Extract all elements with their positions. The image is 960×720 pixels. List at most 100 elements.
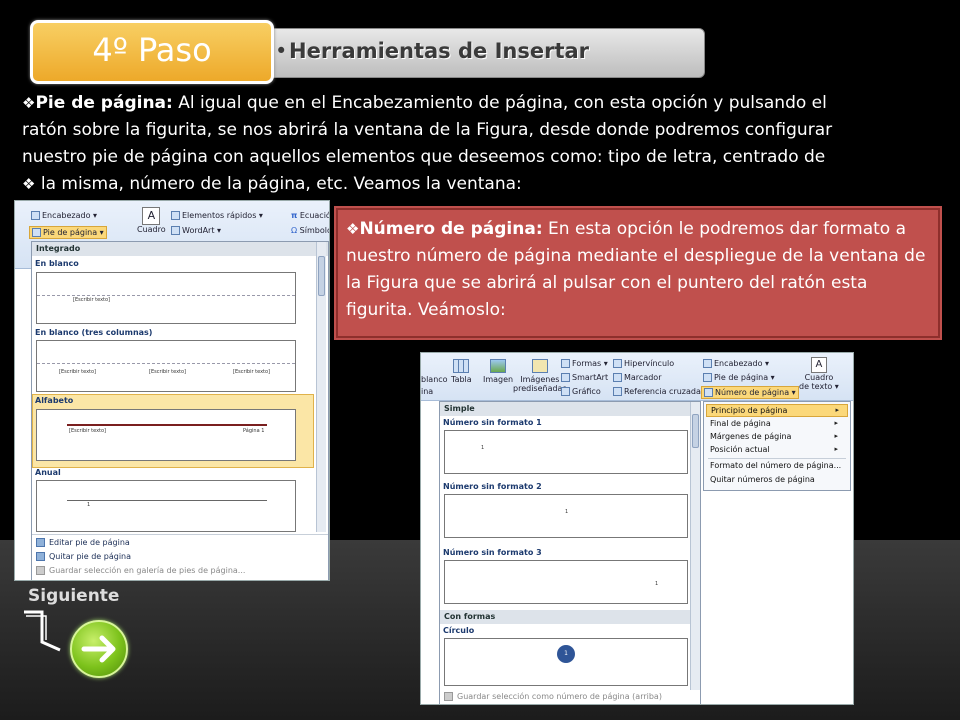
section-title: Herramientas de Insertar (289, 39, 590, 63)
imagen-button[interactable]: Imagen (483, 359, 513, 384)
page-number-text: 1 (655, 581, 659, 587)
line1-text: Al igual que en el Encabezamiento de pág… (172, 93, 827, 113)
footer-icon (32, 228, 41, 237)
footer-option-alfabeto[interactable]: [Escribir texto] Página 1 (36, 409, 296, 461)
table-icon (453, 359, 470, 373)
formas-button[interactable]: Formas ▾ (561, 359, 608, 368)
image-icon (490, 359, 507, 373)
quick-parts-icon (171, 211, 180, 220)
pie-de-pagina-button[interactable]: Pie de página ▾ (703, 373, 775, 382)
numero-de-pagina-button[interactable]: Número de página ▾ (701, 386, 799, 399)
step-label: 4º Paso (92, 31, 212, 69)
posicion-actual-item[interactable]: Posición actual ▸ (710, 445, 846, 454)
page-number-text: 1 (565, 509, 569, 515)
save-selection-icon (36, 566, 45, 575)
cross-reference-icon (613, 387, 622, 396)
bookmark-icon (613, 373, 622, 382)
smartart-button[interactable]: SmartArt (561, 373, 608, 382)
item-label-en-blanco: En blanco (35, 259, 79, 268)
placeholder-text: [Escribir texto] (233, 369, 270, 375)
scrollbar-thumb[interactable] (318, 256, 325, 296)
header-icon (31, 211, 40, 220)
page-number-option-2[interactable]: 1 (444, 494, 688, 538)
group-header-simple: Simple (440, 402, 700, 416)
principio-de-pagina-item[interactable]: Principio de página ▸ (706, 404, 848, 417)
page-number-gallery-menu: Simple Número sin formato 1 1 Número sin… (439, 401, 701, 704)
hyperlink-icon (613, 359, 622, 368)
next-arrow-button[interactable] (70, 620, 128, 678)
paragraph-line-4: ❖ la misma, número de la página, etc. Ve… (22, 171, 952, 198)
elementos-rapidos-button[interactable]: Elementos rápidos ▾ (171, 211, 263, 220)
formato-numero-item[interactable]: Formato del número de página... (710, 461, 841, 470)
paragraph-line-2: ratón sobre la figurita, se nos abrirá l… (22, 120, 833, 140)
group-header-integrado: Integrado (32, 242, 328, 256)
section-title-bar: • Herramientas de Insertar (230, 28, 705, 78)
wordart-button[interactable]: WordArt ▾ (171, 226, 221, 235)
submenu-arrow-icon: ▸ (834, 445, 838, 453)
submenu-arrow-icon: ▸ (835, 406, 839, 414)
smartart-icon (561, 373, 570, 382)
ribbon: blanco ina Tabla Imagen Imágenes prediseñ… (421, 353, 853, 401)
cuadro-de-texto-button[interactable]: A Cuadro de texto ▾ (799, 357, 839, 391)
circle-number-icon: 1 (557, 645, 575, 663)
gallery-scrollbar[interactable] (316, 242, 326, 532)
remove-footer-icon (36, 552, 45, 561)
grafico-button[interactable]: Gráfico (561, 387, 601, 396)
cuadro-button[interactable]: A Cuadro (137, 207, 166, 234)
gallery-scrollbar[interactable] (690, 402, 700, 690)
page-number-option-1[interactable]: 1 (444, 430, 688, 474)
divider (67, 424, 267, 426)
marcador-button[interactable]: Marcador (613, 373, 661, 382)
diamond-bullet-icon: ❖ (22, 175, 36, 193)
group-header-con-formas: Con formas (440, 610, 700, 624)
textbox-icon: A (810, 357, 827, 373)
footer-gallery-screenshot: Encabezado ▾ Pie de página ▾ A Cuadro Ele… (14, 200, 330, 581)
ribbon-left-cut-2: ina (421, 387, 434, 396)
hipervinculo-button[interactable]: Hipervínculo (613, 359, 674, 368)
diamond-bullet-icon: ❖ (346, 220, 360, 238)
simbolo-button[interactable]: Ω Símbolo (291, 226, 329, 235)
line4-text: la misma, número de la página, etc. Veam… (35, 174, 522, 194)
menu-divider (32, 534, 328, 535)
divider (37, 295, 295, 296)
margenes-de-pagina-item[interactable]: Márgenes de página ▸ (710, 432, 846, 441)
page-number-option-3[interactable]: 1 (444, 560, 688, 604)
page-number-text: 1 (481, 445, 485, 451)
referencia-cruzada-button[interactable]: Referencia cruzada (613, 387, 701, 396)
encabezado-button[interactable]: Encabezado ▾ (31, 211, 97, 220)
footer-option-tres-columnas[interactable]: [Escribir texto] [Escribir texto] [Escri… (36, 340, 296, 392)
item-label-circulo: Círculo (443, 626, 475, 635)
tabla-button[interactable]: Tabla (451, 359, 472, 384)
page-number-option-circulo[interactable]: 1 (444, 638, 688, 686)
final-de-pagina-item[interactable]: Final de página ▸ (710, 419, 846, 428)
divider (67, 500, 267, 501)
paragraph-line-1: ❖Pie de página: Al igual que en el Encab… (22, 90, 952, 117)
placeholder-text: [Escribir texto] (73, 297, 110, 303)
scrollbar-thumb[interactable] (692, 414, 699, 448)
guardar-seleccion-menu-item[interactable]: Guardar selección como número de página … (444, 692, 662, 701)
numero-de-pagina-callout: ❖Número de página: En esta opción le pod… (334, 206, 942, 340)
quitar-numeros-item[interactable]: Quitar números de página (710, 475, 815, 484)
quitar-pie-menu-item[interactable]: Quitar pie de página (36, 552, 131, 561)
placeholder-text: [Escribir texto] (149, 369, 186, 375)
guardar-seleccion-menu-item[interactable]: Guardar selección en galería de pies de … (36, 566, 245, 575)
ecuacion-button[interactable]: π Ecuació (291, 211, 329, 220)
item-label-sin-formato-1: Número sin formato 1 (443, 418, 542, 427)
omega-icon: Ω (291, 226, 298, 235)
page-number-screenshot: blanco ina Tabla Imagen Imágenes prediseñ… (420, 352, 854, 705)
editar-pie-menu-item[interactable]: Editar pie de página (36, 538, 130, 547)
pie-de-pagina-button[interactable]: Pie de página ▾ (29, 226, 107, 239)
imagenes-prediseñadas-button[interactable]: Imágenes prediseñadas (513, 359, 567, 393)
footer-option-anual[interactable]: 1 (36, 480, 296, 532)
ribbon-left-cut: blanco (421, 375, 448, 384)
item-label-alfabeto: Alfabeto (35, 396, 74, 405)
encabezado-button[interactable]: Encabezado ▾ (703, 359, 769, 368)
footer-option-en-blanco[interactable]: [Escribir texto] (36, 272, 296, 324)
siguiente-label[interactable]: Siguiente (28, 586, 119, 606)
clipart-icon (531, 359, 548, 373)
header-icon (703, 359, 712, 368)
item-label-tres-columnas: En blanco (tres columnas) (35, 328, 153, 337)
edit-footer-icon (36, 538, 45, 547)
term-pie-de-pagina: Pie de página: (35, 93, 173, 113)
item-label-anual: Anual (35, 468, 61, 477)
